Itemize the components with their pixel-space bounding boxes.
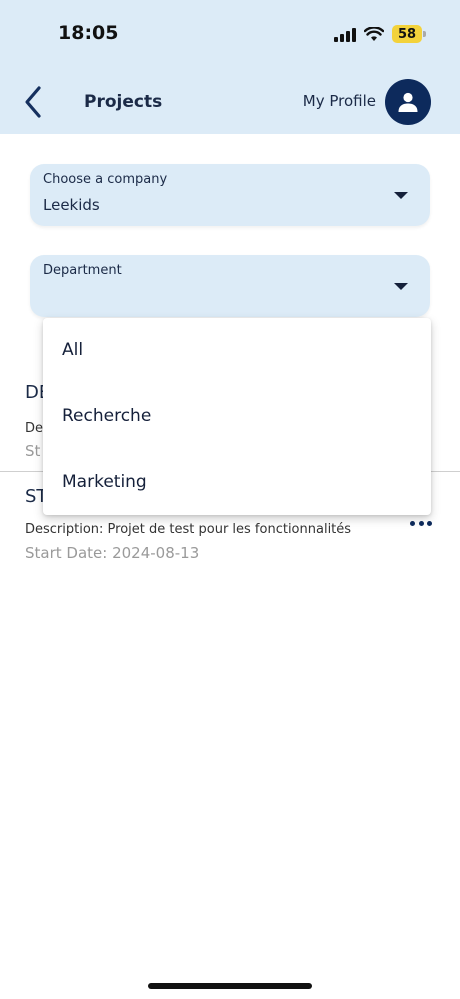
chevron-left-icon [25, 86, 41, 118]
project-description: De [25, 421, 44, 436]
wifi-icon [364, 26, 384, 41]
department-select[interactable]: Department [30, 255, 430, 317]
dropdown-option-all[interactable]: All [43, 320, 431, 380]
dropdown-option-recherche[interactable]: Recherche [43, 386, 431, 446]
profile-avatar-button[interactable] [385, 79, 431, 125]
app-header: 18:05 58 Projects My Profile [0, 0, 460, 134]
battery-icon: 58 [392, 25, 426, 43]
battery-level: 58 [397, 26, 417, 42]
project-start-date: St [25, 442, 41, 460]
page-title: Projects [84, 92, 163, 112]
back-button[interactable] [20, 84, 46, 120]
my-profile-link[interactable]: My Profile [303, 92, 376, 110]
company-select[interactable]: Choose a company Leekids [30, 164, 430, 226]
department-select-label: Department [43, 263, 122, 278]
project-description: Description: Projet de test pour les fon… [25, 522, 352, 537]
project-start-date: Start Date: 2024-08-13 [25, 544, 200, 562]
cellular-signal-icon [334, 27, 356, 42]
status-icons: 58 [334, 25, 426, 43]
home-indicator[interactable] [148, 983, 312, 989]
dropdown-caret-icon [394, 192, 408, 199]
department-dropdown-menu: All Recherche Marketing [43, 318, 431, 515]
dropdown-option-marketing[interactable]: Marketing [43, 452, 431, 512]
company-select-value: Leekids [43, 196, 100, 214]
status-time: 18:05 [58, 22, 119, 44]
dropdown-caret-icon [394, 283, 408, 290]
company-select-label: Choose a company [43, 172, 168, 187]
more-options-icon[interactable] [410, 516, 432, 530]
person-icon [398, 92, 418, 112]
